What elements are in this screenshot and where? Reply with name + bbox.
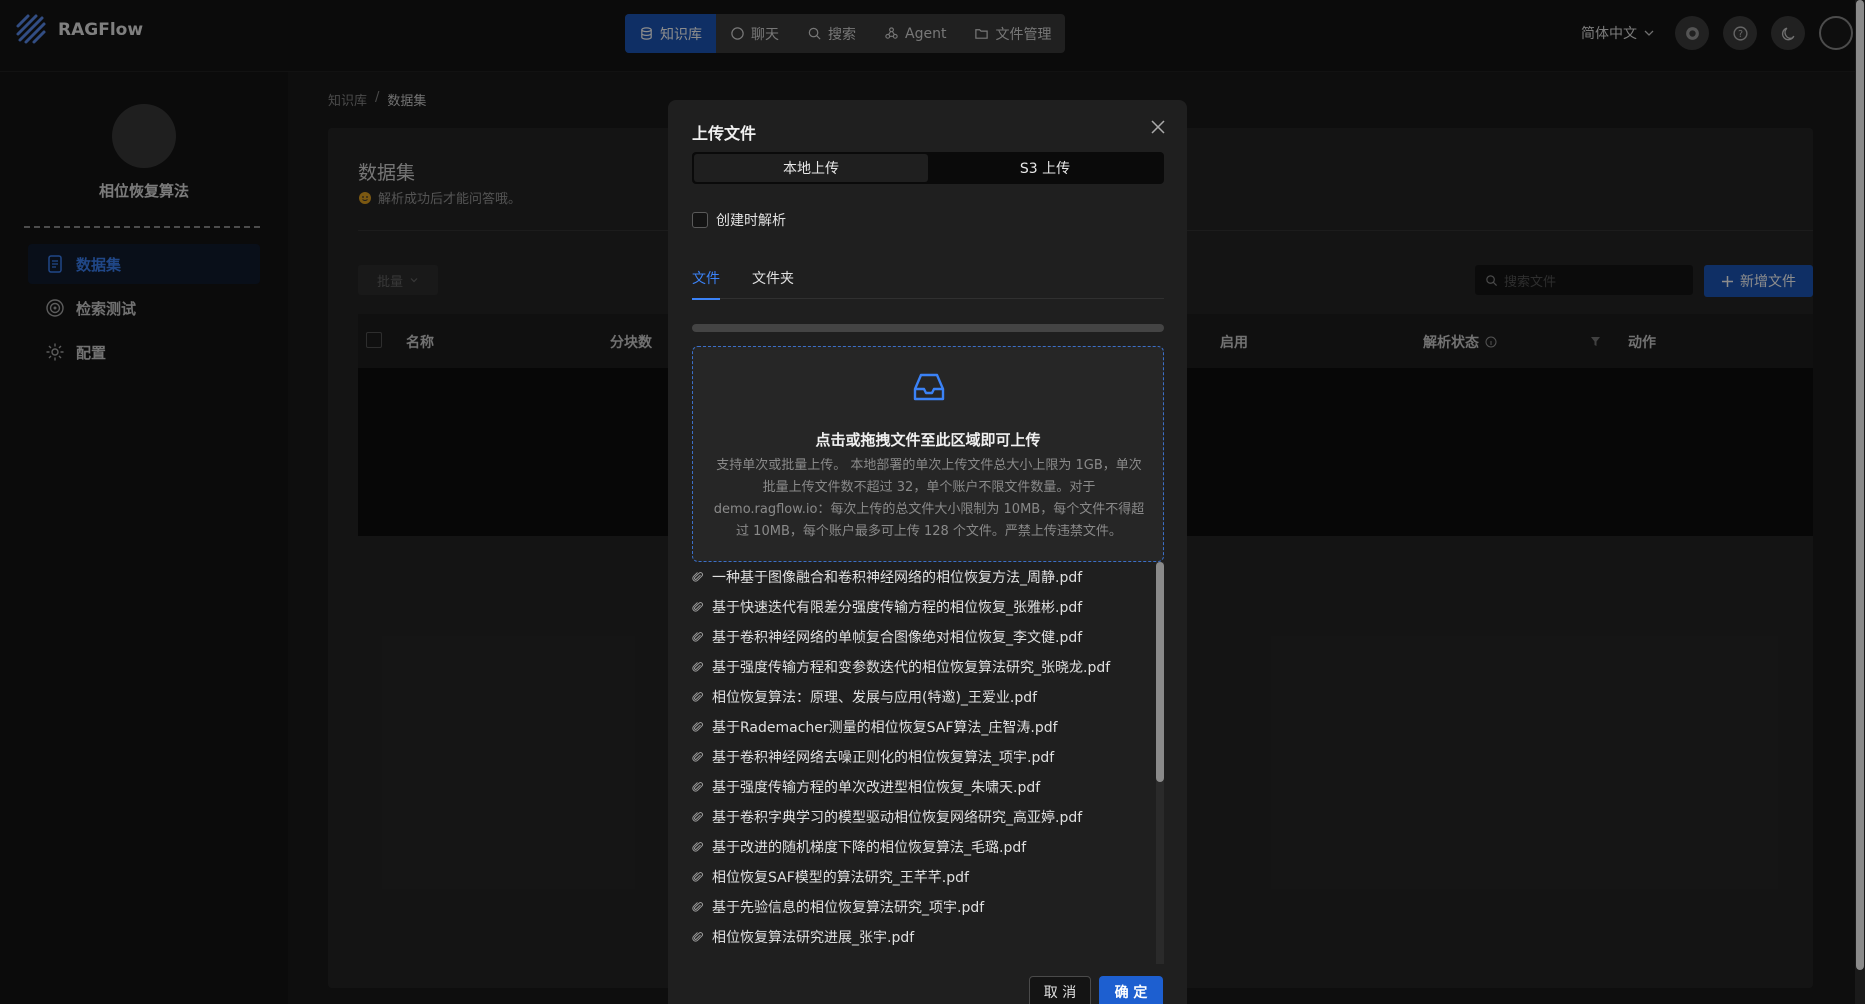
file-name: 相位恢复算法研究进展_张宇.pdf — [712, 930, 915, 946]
list-item[interactable]: 相位恢复SAF模型的算法研究_王芊芊.pdf — [692, 862, 1164, 892]
upload-modal: 上传文件 本地上传 S3 上传 创建时解析 文件 文件夹 点击或拖拽文件至此区域… — [668, 100, 1187, 1004]
cancel-button[interactable]: 取 消 — [1029, 976, 1091, 1004]
file-name: 基于Rademacher测量的相位恢复SAF算法_庄智涛.pdf — [712, 720, 1058, 736]
list-item[interactable]: 相位恢复算法研究进展_张宇.pdf — [692, 922, 1164, 952]
close-icon[interactable] — [1149, 118, 1167, 136]
upload-progress-bar — [692, 324, 1164, 332]
list-item[interactable]: 基于强度传输方程和变参数迭代的相位恢复算法研究_张晓龙.pdf — [692, 652, 1164, 682]
modal-title: 上传文件 — [692, 124, 757, 143]
parse-on-create-option[interactable]: 创建时解析 — [692, 210, 786, 230]
paperclip-icon — [692, 662, 703, 672]
list-item[interactable]: 基于Rademacher测量的相位恢复SAF算法_庄智涛.pdf — [692, 712, 1164, 742]
selected-file-list: 一种基于图像融合和卷积神经网络的相位恢复方法_周静.pdf 基于快速迭代有限差分强… — [692, 562, 1164, 964]
parse-on-create-label: 创建时解析 — [716, 213, 786, 229]
parse-on-create-checkbox[interactable] — [692, 212, 708, 228]
list-item[interactable]: 基于卷积字典学习的模型驱动相位恢复网络研究_高亚婷.pdf — [692, 802, 1164, 832]
file-name: 基于卷积神经网络去噪正则化的相位恢复算法_项宇.pdf — [712, 750, 1055, 766]
paperclip-icon — [692, 812, 703, 822]
file-name: 相位恢复SAF模型的算法研究_王芊芊.pdf — [712, 870, 969, 886]
file-name: 基于卷积字典学习的模型驱动相位恢复网络研究_高亚婷.pdf — [712, 810, 1083, 826]
file-name: 基于改进的随机梯度下降的相位恢复算法_毛璐.pdf — [712, 840, 1027, 856]
file-list-scrollbar[interactable] — [1156, 562, 1164, 964]
scrollbar-thumb[interactable] — [1156, 562, 1164, 782]
paperclip-icon — [692, 842, 703, 852]
list-item[interactable]: 基于先验信息的相位恢复算法研究_项宇.pdf — [692, 892, 1164, 922]
file-name: 基于强度传输方程的单次改进型相位恢复_朱啸天.pdf — [712, 780, 1041, 796]
file-name: 基于先验信息的相位恢复算法研究_项宇.pdf — [712, 900, 985, 916]
file-name: 相位恢复算法：原理、发展与应用(特邀)_王爱业.pdf — [712, 690, 1038, 706]
paperclip-icon — [692, 872, 703, 882]
list-item[interactable]: 基于卷积神经网络的单帧复合图像绝对相位恢复_李文健.pdf — [692, 622, 1164, 652]
list-item[interactable]: 基于卷积神经网络去噪正则化的相位恢复算法_项宇.pdf — [692, 742, 1164, 772]
list-item[interactable]: 基于强度传输方程的单次改进型相位恢复_朱啸天.pdf — [692, 772, 1164, 802]
paperclip-icon — [692, 902, 703, 912]
upload-source-segmented: 本地上传 S3 上传 — [692, 152, 1164, 184]
scrollbar-thumb[interactable] — [1856, 0, 1864, 970]
file-name: 一种基于图像融合和卷积神经网络的相位恢复方法_周静.pdf — [712, 570, 1083, 586]
tab-file[interactable]: 文件 — [692, 260, 720, 300]
inbox-icon — [913, 373, 945, 401]
file-name: 基于快速迭代有限差分强度传输方程的相位恢复_张雅彬.pdf — [712, 600, 1083, 616]
list-item[interactable]: 基于改进的随机梯度下降的相位恢复算法_毛璐.pdf — [692, 832, 1164, 862]
paperclip-icon — [692, 692, 703, 702]
dropzone-hint: 支持单次或批量上传。 本地部署的单次上传文件总大小上限为 1GB，单次批量上传文… — [713, 458, 1145, 539]
list-item[interactable]: 一种基于图像融合和卷积神经网络的相位恢复方法_周静.pdf — [692, 562, 1164, 592]
tab-folder[interactable]: 文件夹 — [752, 260, 794, 299]
confirm-button[interactable]: 确 定 — [1099, 976, 1163, 1004]
dropzone-title: 点击或拖拽文件至此区域即可上传 — [815, 431, 1041, 449]
paperclip-icon — [692, 572, 703, 582]
page-scrollbar[interactable] — [1855, 0, 1865, 1004]
paperclip-icon — [692, 782, 703, 792]
file-name: 基于卷积神经网络的单帧复合图像绝对相位恢复_李文健.pdf — [712, 630, 1083, 646]
list-item[interactable]: 基于快速迭代有限差分强度传输方程的相位恢复_张雅彬.pdf — [692, 592, 1164, 622]
segment-s3-upload[interactable]: S3 上传 — [928, 154, 1162, 182]
paperclip-icon — [692, 722, 703, 732]
modal-footer: 取 消 确 定 — [1029, 976, 1163, 1004]
paperclip-icon — [692, 602, 703, 612]
paperclip-icon — [692, 632, 703, 642]
list-item[interactable]: 相位恢复算法：原理、发展与应用(特邀)_王爱业.pdf — [692, 682, 1164, 712]
segment-local-upload[interactable]: 本地上传 — [694, 154, 928, 182]
upload-type-tabs: 文件 文件夹 — [692, 260, 1164, 300]
file-name: 基于强度传输方程和变参数迭代的相位恢复算法研究_张晓龙.pdf — [712, 660, 1111, 676]
paperclip-icon — [692, 752, 703, 762]
upload-dropzone[interactable]: 点击或拖拽文件至此区域即可上传 支持单次或批量上传。 本地部署的单次上传文件总大… — [692, 346, 1164, 562]
paperclip-icon — [692, 932, 703, 942]
